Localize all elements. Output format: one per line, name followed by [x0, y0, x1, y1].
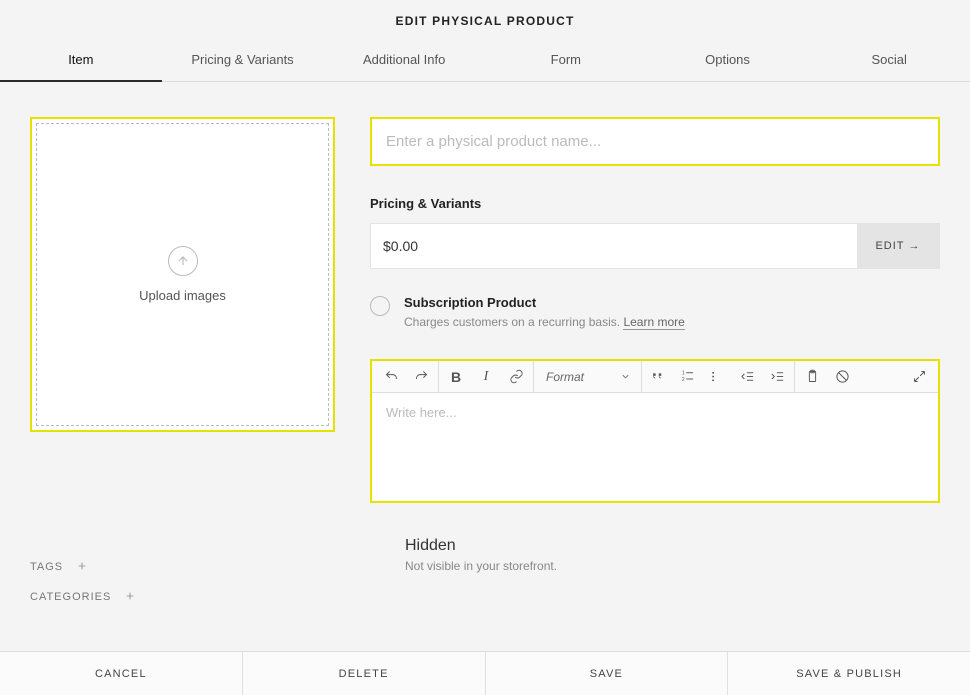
- subscription-desc: Charges customers on a recurring basis. …: [404, 315, 685, 329]
- visibility-status: Hidden: [405, 537, 940, 555]
- clear-format-button[interactable]: [827, 362, 857, 392]
- format-label: Format: [546, 370, 584, 384]
- add-tag-button[interactable]: [77, 558, 87, 576]
- italic-button[interactable]: I: [471, 362, 501, 392]
- svg-text:2: 2: [681, 377, 684, 383]
- edit-pricing-button[interactable]: EDIT →: [857, 224, 939, 268]
- tab-social[interactable]: Social: [808, 38, 970, 81]
- tab-additional-info[interactable]: Additional Info: [323, 38, 485, 81]
- visibility-desc: Not visible in your storefront.: [405, 559, 940, 573]
- link-button[interactable]: [501, 362, 531, 392]
- tab-form[interactable]: Form: [485, 38, 647, 81]
- numbered-list-button[interactable]: 12: [672, 362, 702, 392]
- arrow-right-icon: →: [909, 240, 921, 252]
- expand-editor-button[interactable]: [904, 362, 934, 392]
- description-textarea[interactable]: Write here...: [372, 393, 938, 501]
- format-dropdown[interactable]: Format: [536, 361, 642, 392]
- quote-button[interactable]: [642, 362, 672, 392]
- product-name-input[interactable]: [370, 117, 940, 166]
- clipboard-button[interactable]: [797, 362, 827, 392]
- page-title: EDIT PHYSICAL PRODUCT: [0, 0, 970, 38]
- save-button[interactable]: SAVE: [486, 652, 729, 695]
- description-editor: B I Format 12: [370, 359, 940, 503]
- upload-label: Upload images: [139, 288, 226, 303]
- bold-button[interactable]: B: [441, 362, 471, 392]
- subscription-toggle[interactable]: [370, 296, 390, 316]
- image-upload-box[interactable]: Upload images: [30, 117, 335, 432]
- pricing-section-title: Pricing & Variants: [370, 196, 940, 211]
- tab-options[interactable]: Options: [647, 38, 809, 81]
- outdent-button[interactable]: [732, 362, 762, 392]
- visibility-section[interactable]: Hidden Not visible in your storefront.: [405, 537, 940, 573]
- learn-more-link[interactable]: Learn more: [623, 315, 684, 330]
- tab-pricing-variants[interactable]: Pricing & Variants: [162, 38, 324, 81]
- edit-label: EDIT: [875, 240, 904, 252]
- footer-actions: CANCEL DELETE SAVE SAVE & PUBLISH: [0, 651, 970, 695]
- delete-button[interactable]: DELETE: [243, 652, 486, 695]
- editor-toolbar: B I Format 12: [372, 361, 938, 393]
- cancel-button[interactable]: CANCEL: [0, 652, 243, 695]
- svg-text:1: 1: [681, 371, 684, 377]
- chevron-down-icon: [620, 371, 631, 382]
- categories-label: CATEGORIES: [30, 591, 111, 603]
- save-publish-button[interactable]: SAVE & PUBLISH: [728, 652, 970, 695]
- bullet-list-button[interactable]: [702, 362, 732, 392]
- add-category-button[interactable]: [125, 588, 135, 606]
- tab-bar: Item Pricing & Variants Additional Info …: [0, 38, 970, 82]
- subscription-title: Subscription Product: [404, 295, 685, 310]
- upload-arrow-icon: [168, 246, 198, 276]
- tags-label: TAGS: [30, 561, 63, 573]
- price-display: $0.00: [371, 224, 857, 268]
- undo-button[interactable]: [376, 362, 406, 392]
- redo-button[interactable]: [406, 362, 436, 392]
- indent-button[interactable]: [762, 362, 792, 392]
- tab-item[interactable]: Item: [0, 38, 162, 81]
